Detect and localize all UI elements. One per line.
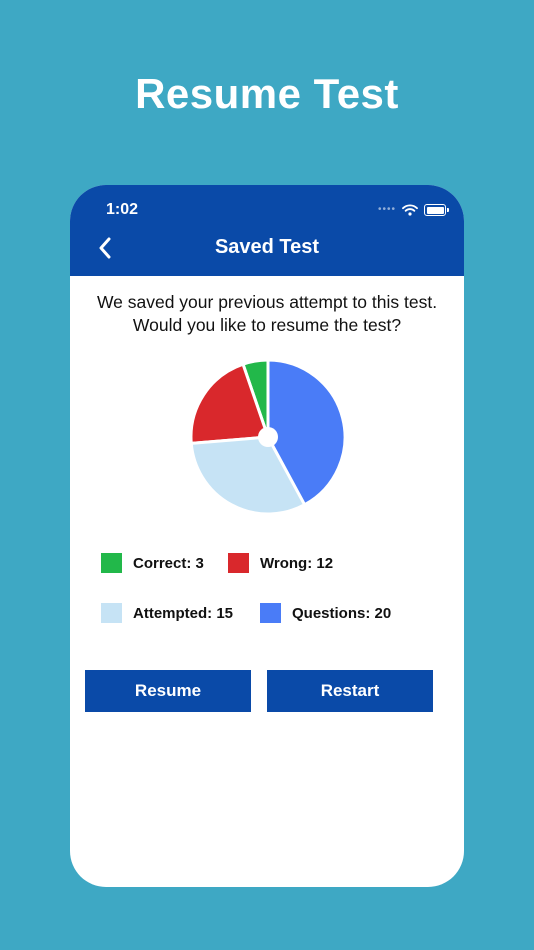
pie-chart-svg (189, 358, 347, 516)
restart-button[interactable]: Restart (267, 670, 433, 712)
resume-message: We saved your previous attempt to this t… (80, 291, 454, 337)
status-icons: •••• (377, 203, 449, 217)
legend-questions-label: Questions: 20 (292, 604, 392, 622)
cellular-signal-icon: •••• (377, 204, 396, 215)
legend-attempted-label: Attempted: 15 (133, 604, 234, 622)
legend-correct: Correct: 3 (101, 553, 204, 573)
legend-attempted: Attempted: 15 (101, 603, 233, 623)
screen-title: Saved Test (214, 236, 320, 258)
legend-wrong-swatch (228, 553, 249, 573)
status-time: 1:02 (106, 201, 139, 218)
progress-pie-chart (188, 357, 348, 517)
phone-screen: 1:02 •••• Saved Test We saved your previ… (70, 185, 464, 887)
legend-wrong: Wrong: 12 (228, 553, 333, 573)
legend-questions-swatch (260, 603, 281, 623)
navigation-bar: 1:02 •••• Saved Test (70, 185, 464, 276)
legend-correct-label: Correct: 3 (133, 554, 204, 572)
battery-icon (424, 204, 449, 216)
wifi-icon (402, 204, 418, 216)
legend-questions: Questions: 20 (260, 603, 391, 623)
resume-button[interactable]: Resume (85, 670, 251, 712)
legend-correct-swatch (101, 553, 122, 573)
message-line-1: We saved your previous attempt to this t… (96, 292, 438, 312)
promo-headline: Resume Test (135, 70, 399, 117)
legend-wrong-label: Wrong: 12 (260, 554, 334, 572)
legend-attempted-swatch (101, 603, 122, 623)
message-line-2: Would you like to resume the test? (132, 315, 402, 335)
pie-center-hole (258, 427, 278, 447)
